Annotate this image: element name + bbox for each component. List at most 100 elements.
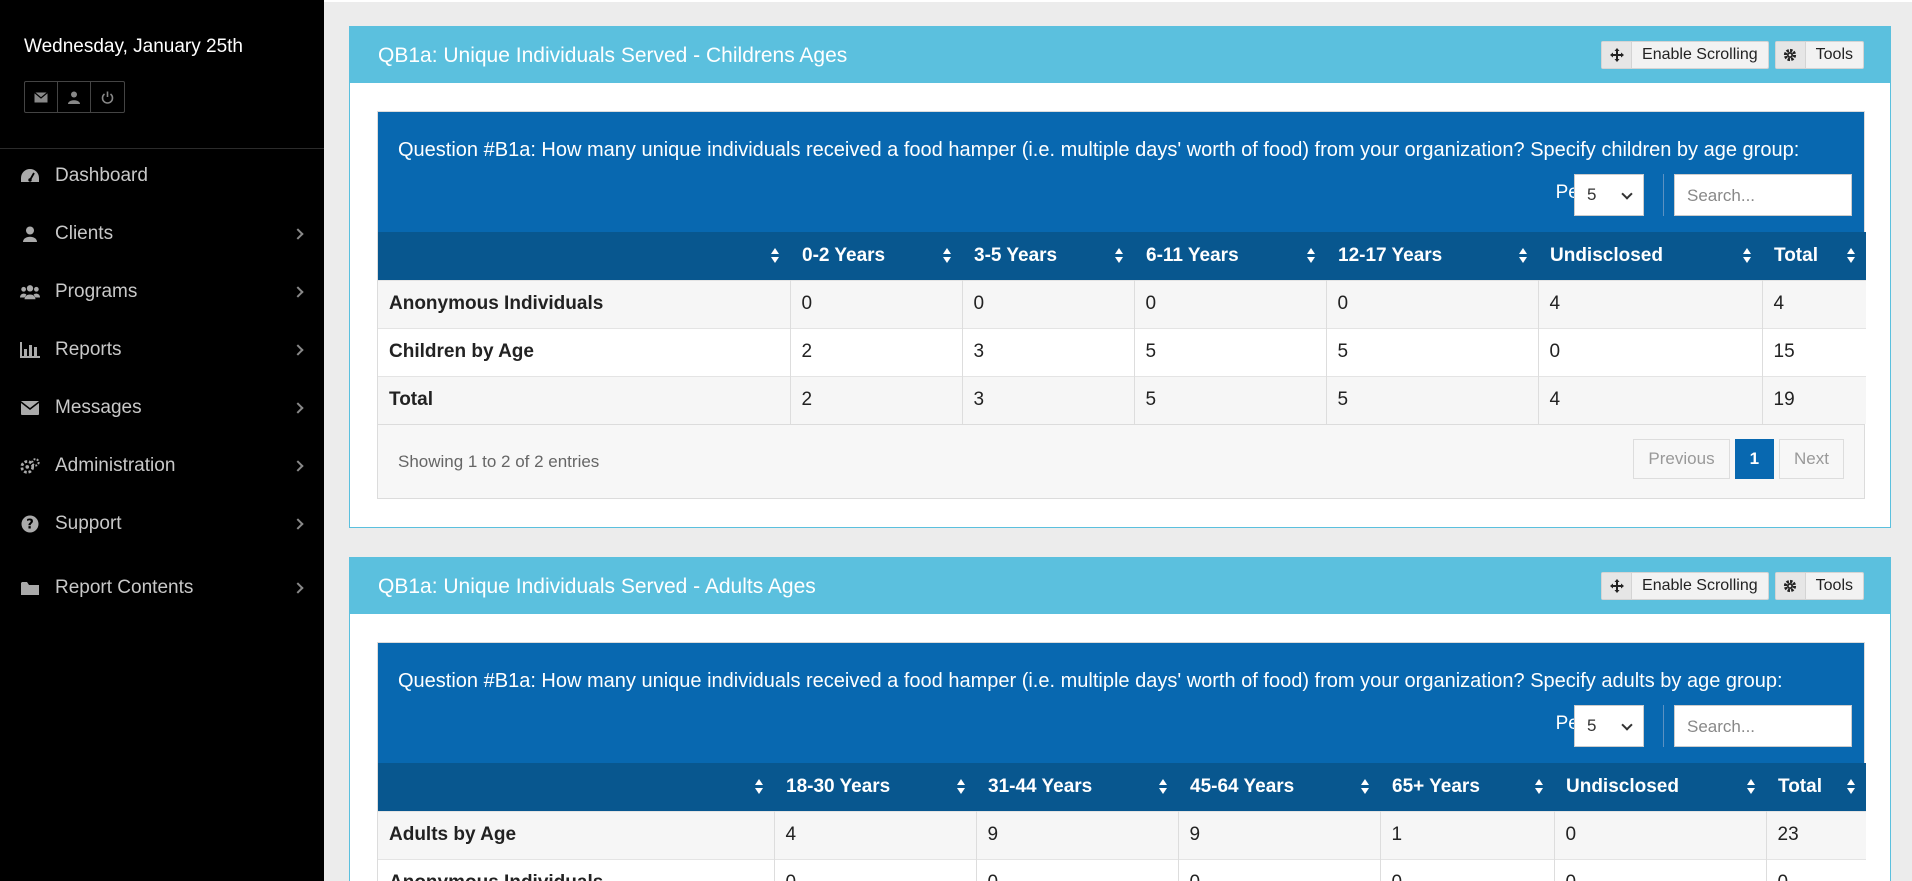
column-header[interactable]: Undisclosed <box>1538 232 1762 280</box>
user-icon <box>20 224 40 244</box>
table-cell: 9 <box>976 810 1179 859</box>
column-header[interactable]: 3-5 Years <box>962 232 1134 280</box>
sidebar-item-report-contents[interactable]: Report Contents <box>0 559 324 617</box>
column-header[interactable]: Total <box>1762 232 1866 280</box>
report-panel-childrens-ages: QB1a: Unique Individuals Served - Childr… <box>349 26 1891 528</box>
sidebar-item-support[interactable]: ? Support <box>0 495 324 553</box>
table-container: Question #B1a: How many unique individua… <box>377 111 1866 499</box>
column-header[interactable]: 45-64 Years <box>1178 763 1380 811</box>
tools-button[interactable]: Tools <box>1774 572 1864 600</box>
table-cell: 0 <box>1380 858 1555 881</box>
next-page-button[interactable]: Next <box>1779 439 1844 479</box>
button-label: Enable Scrolling <box>1642 46 1758 63</box>
sidebar-item-administration[interactable]: Administration <box>0 437 324 495</box>
row-label: Adults by Age <box>378 810 775 859</box>
table-row: Anonymous Individuals 0 0 0 0 4 4 <box>378 279 1866 328</box>
sort-icon <box>1114 248 1124 264</box>
sort-icon <box>1158 779 1168 795</box>
previous-page-button[interactable]: Previous <box>1633 439 1730 479</box>
data-table: 18-30 Years 31-44 Years 45-64 Years 65+ … <box>378 763 1866 881</box>
gear-icon <box>1775 573 1806 599</box>
user-icon[interactable] <box>58 82 91 112</box>
column-header[interactable]: 31-44 Years <box>976 763 1178 811</box>
table-cell: 4 <box>774 810 977 859</box>
table-cell: 0 <box>962 279 1135 328</box>
column-header[interactable] <box>378 232 790 280</box>
table-cell: 5 <box>1326 327 1539 376</box>
pagination: Previous 1 Next <box>1633 439 1844 479</box>
sidebar-item-label: Administration <box>55 455 176 476</box>
panel-title: QB1a: Unique Individuals Served - Adults… <box>378 575 816 598</box>
column-header[interactable]: 6-11 Years <box>1134 232 1326 280</box>
envelope-icon <box>20 398 40 418</box>
chevron-right-icon <box>292 518 304 530</box>
table-cell: 5 <box>1134 375 1327 424</box>
table-cell: 0 <box>1326 279 1539 328</box>
chevron-down-icon <box>1621 719 1633 731</box>
column-header[interactable]: Total <box>1766 763 1866 811</box>
sidebar-item-label: Support <box>55 513 122 534</box>
search-input[interactable]: Search... <box>1674 705 1852 747</box>
sidebar-item-label: Report Contents <box>55 577 194 598</box>
sort-icon <box>1846 779 1856 795</box>
question-icon: ? <box>20 514 40 534</box>
sidebar-item-programs[interactable]: Programs <box>0 263 324 321</box>
table-footer: Showing 1 to 2 of 2 entries Previous 1 N… <box>378 424 1864 498</box>
chevron-right-icon <box>292 582 304 594</box>
enable-scrolling-button[interactable]: Enable Scrolling <box>1601 41 1769 69</box>
sidebar-item-clients[interactable]: Clients <box>0 205 324 263</box>
table-cell: 19 <box>1762 375 1866 424</box>
button-label: Tools <box>1815 46 1853 63</box>
data-table: 0-2 Years 3-5 Years 6-11 Years 12-17 Yea… <box>378 232 1866 424</box>
table-cell: 0 <box>1766 858 1866 881</box>
table-cell: 4 <box>1762 279 1866 328</box>
sort-icon <box>1518 248 1528 264</box>
question-text: Question #B1a: How many unique individua… <box>398 670 1783 692</box>
search-input[interactable]: Search... <box>1674 174 1852 216</box>
envelope-icon[interactable] <box>25 82 58 112</box>
page-1-button[interactable]: 1 <box>1734 439 1775 479</box>
column-header[interactable]: 65+ Years <box>1380 763 1554 811</box>
enable-scrolling-button[interactable]: Enable Scrolling <box>1601 572 1769 600</box>
sidebar: Wednesday, January 25th Dashboard Client… <box>0 0 324 881</box>
column-header[interactable] <box>378 763 774 811</box>
sidebar-item-label: Clients <box>55 223 114 244</box>
table-row: Adults by Age 4 9 9 1 0 23 <box>378 810 1866 859</box>
table-cell: 4 <box>1538 375 1763 424</box>
table-cell: 0 <box>1554 858 1767 881</box>
sidebar-item-label: Dashboard <box>55 165 148 186</box>
per-page-select[interactable]: 5 <box>1574 174 1644 216</box>
question-box: Question #B1a: How many unique individua… <box>378 112 1864 232</box>
column-header[interactable]: Undisclosed <box>1554 763 1766 811</box>
sort-icon <box>942 248 952 264</box>
top-strip <box>324 0 1912 2</box>
panel-title: QB1a: Unique Individuals Served - Childr… <box>378 44 848 67</box>
column-header[interactable]: 12-17 Years <box>1326 232 1538 280</box>
divider <box>1663 174 1664 216</box>
table-cell: 5 <box>1326 375 1539 424</box>
row-label: Anonymous Individuals <box>378 279 791 328</box>
table-container: Question #B1a: How many unique individua… <box>377 642 1866 881</box>
tools-button[interactable]: Tools <box>1774 41 1864 69</box>
sidebar-date: Wednesday, January 25th <box>24 36 243 57</box>
power-icon[interactable] <box>91 82 124 112</box>
table-cell: 3 <box>962 327 1135 376</box>
sidebar-item-label: Messages <box>55 397 142 418</box>
sidebar-item-reports[interactable]: Reports <box>0 321 324 379</box>
table-cell: 5 <box>1134 327 1327 376</box>
dashboard-icon <box>20 166 40 186</box>
column-header[interactable]: 18-30 Years <box>774 763 976 811</box>
column-header[interactable]: 0-2 Years <box>790 232 962 280</box>
table-cell: 0 <box>1538 327 1763 376</box>
panel-header: QB1a: Unique Individuals Served - Adults… <box>350 558 1890 614</box>
table-row: Anonymous Individuals 0 0 0 0 0 0 <box>378 858 1866 881</box>
per-page-select[interactable]: 5 <box>1574 705 1644 747</box>
bar-chart-icon <box>20 340 40 360</box>
folder-icon <box>20 578 40 598</box>
sidebar-item-messages[interactable]: Messages <box>0 379 324 437</box>
sort-icon <box>770 248 780 264</box>
sidebar-item-dashboard[interactable]: Dashboard <box>0 147 324 205</box>
chevron-right-icon <box>292 344 304 356</box>
sidebar-icon-group <box>24 81 125 113</box>
sort-icon <box>1746 779 1756 795</box>
